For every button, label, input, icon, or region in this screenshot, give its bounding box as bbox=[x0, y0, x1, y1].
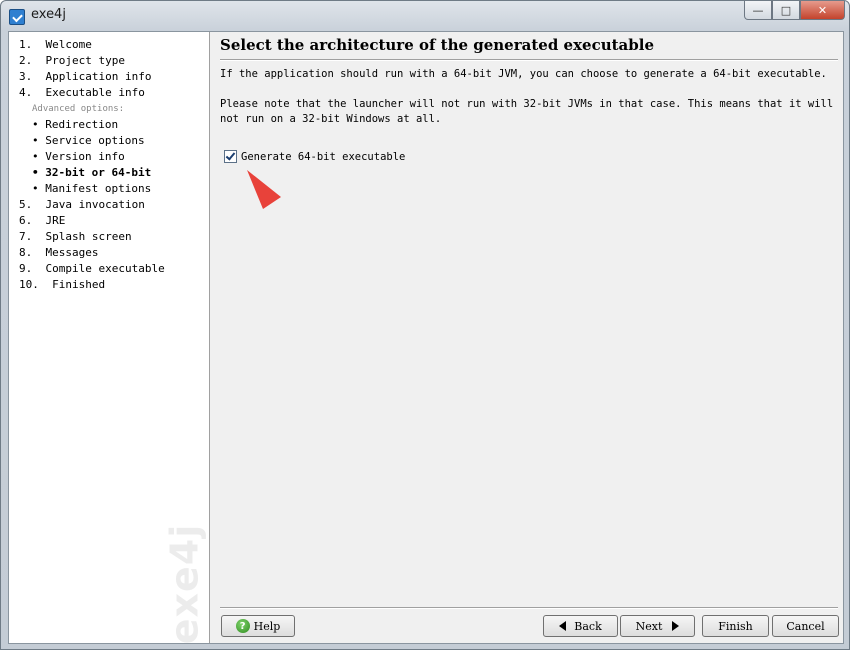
advanced-options-label: Advanced options: bbox=[32, 104, 125, 114]
help-button-label: Help bbox=[253, 619, 281, 633]
close-button[interactable]: ✕ bbox=[800, 1, 845, 20]
app-icon bbox=[9, 9, 25, 25]
wizard-step-list: 1. Welcome 2. Project type 3. Applicatio… bbox=[9, 32, 210, 643]
app-window: exe4j — □ ✕ 1. Welcome 2. Project type 3… bbox=[0, 0, 850, 650]
generate-64bit-option[interactable]: Generate 64-bit executable bbox=[224, 150, 405, 163]
help-icon: ? bbox=[235, 619, 250, 633]
next-button-label: Next bbox=[635, 619, 663, 633]
back-button-label: Back bbox=[574, 619, 602, 633]
nav-step-messages[interactable]: 8. Messages bbox=[19, 245, 209, 261]
caption-buttons: — □ ✕ bbox=[744, 1, 845, 21]
cancel-button[interactable]: Cancel bbox=[772, 615, 839, 637]
footer-divider bbox=[220, 607, 838, 609]
wizard-body: 1. Welcome 2. Project type 3. Applicatio… bbox=[8, 31, 844, 644]
nav-step-welcome[interactable]: 1. Welcome bbox=[19, 37, 209, 53]
next-button[interactable]: Next bbox=[620, 615, 695, 637]
arrow-left-icon bbox=[559, 621, 567, 631]
nav-step-executable-info[interactable]: 4. Executable info bbox=[19, 85, 209, 101]
back-button[interactable]: Back bbox=[543, 615, 618, 637]
wizard-content: Select the architecture of the generated… bbox=[210, 32, 843, 643]
nav-step-java-invocation[interactable]: 5. Java invocation bbox=[19, 197, 209, 213]
nav-step-compile-executable[interactable]: 9. Compile executable bbox=[19, 261, 209, 277]
heading-divider bbox=[220, 59, 838, 61]
minimize-button[interactable]: — bbox=[744, 1, 772, 20]
maximize-button[interactable]: □ bbox=[772, 1, 800, 20]
nav-step-finished[interactable]: 10. Finished bbox=[19, 277, 209, 293]
finish-button[interactable]: Finish bbox=[702, 615, 769, 637]
nav-sub-service-options[interactable]: • Service options bbox=[19, 133, 209, 149]
nav-step-jre[interactable]: 6. JRE bbox=[19, 213, 209, 229]
description-text-1: If the application should run with a 64-… bbox=[220, 68, 827, 80]
exe4j-watermark-logo: exe4j bbox=[162, 523, 207, 643]
generate-64bit-label[interactable]: Generate 64-bit executable bbox=[241, 151, 405, 163]
nav-step-project-type[interactable]: 2. Project type bbox=[19, 53, 209, 69]
nav-step-splash-screen[interactable]: 7. Splash screen bbox=[19, 229, 209, 245]
nav-sub-manifest-options[interactable]: • Manifest options bbox=[19, 181, 209, 197]
title-bar[interactable]: exe4j — □ ✕ bbox=[1, 1, 849, 31]
nav-sub-version-info[interactable]: • Version info bbox=[19, 149, 209, 165]
description-text-2: Please note that the launcher will not r… bbox=[220, 98, 834, 125]
arrow-right-icon bbox=[672, 621, 680, 631]
nav-step-application-info[interactable]: 3. Application info bbox=[19, 69, 209, 85]
page-title: Select the architecture of the generated… bbox=[220, 36, 654, 54]
generate-64bit-checkbox[interactable] bbox=[224, 150, 237, 163]
nav-sub-redirection[interactable]: • Redirection bbox=[19, 117, 209, 133]
window-title: exe4j bbox=[31, 7, 66, 22]
help-button[interactable]: ? Help bbox=[221, 615, 295, 637]
nav-sub-32-or-64-bit[interactable]: • 32-bit or 64-bit bbox=[19, 165, 209, 181]
